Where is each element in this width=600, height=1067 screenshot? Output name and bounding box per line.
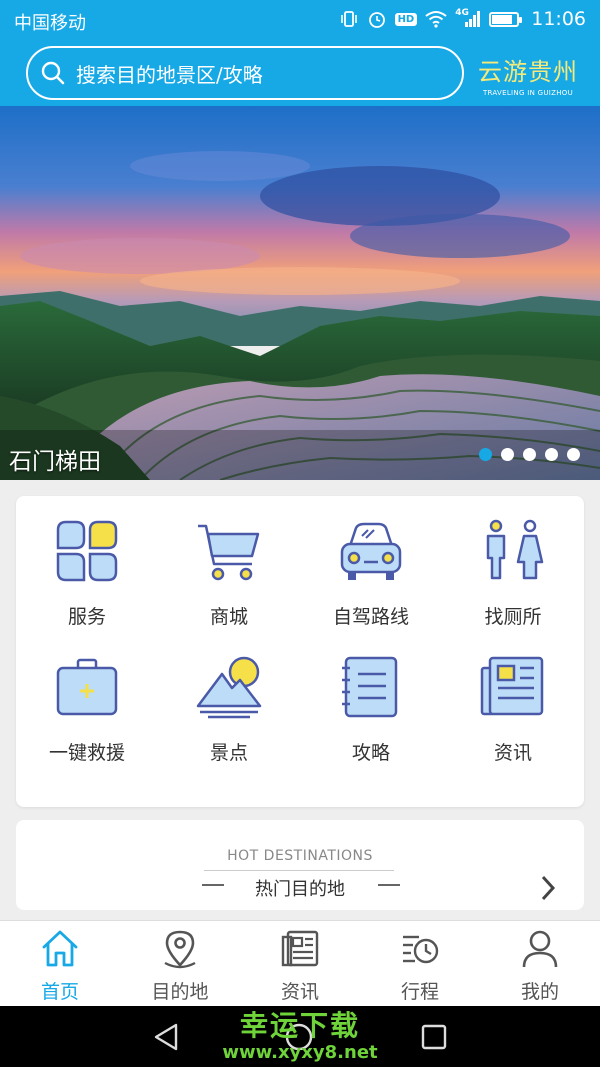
user-icon [522,930,558,968]
carousel-dot[interactable] [479,448,492,461]
nav-item-home[interactable]: 首页 [0,921,120,1007]
news-icon [480,656,544,716]
schedule-icon [403,935,439,964]
home-icon [42,930,78,967]
search-bar[interactable]: 搜索目的地景区/攻略 [26,46,464,100]
carousel-dot[interactable] [567,448,580,461]
nav-item-mine[interactable]: 我的 [480,921,600,1007]
alarm-icon [368,12,385,28]
grid-label: 一键救援 [48,742,125,764]
grid-item-mall[interactable]: 商城 [158,496,300,636]
top-header: 中国移动 HD 4G 11:06 搜索目的地景区/攻略 云游贵州 TRAVELI… [0,0,600,106]
clock-time: 11:06 [531,8,586,30]
wifi-icon [425,11,447,28]
hd-icon: HD [394,12,418,26]
status-icons: HD 4G 11:06 [339,8,586,30]
grid-item-guide[interactable]: 攻略 [300,632,442,772]
car-icon [340,522,402,580]
grid-label: 服务 [67,606,106,628]
grid-item-rescue[interactable]: 一键救援 [16,632,158,772]
banner-caption: 石门梯田 [9,449,101,475]
notebook-icon [342,656,398,718]
nav-label: 行程 [400,981,439,1003]
toilet-icon [486,519,544,580]
location-pin-icon [164,930,196,969]
nav-label: 资讯 [280,981,319,1003]
vibrate-icon [340,11,357,27]
hot-destinations-section[interactable]: HOT DESTINATIONS 热门目的地 [16,820,584,910]
nav-item-itinerary[interactable]: 行程 [360,921,480,1007]
carousel-dot[interactable] [501,448,514,461]
grid-item-service[interactable]: 服务 [16,496,158,636]
brand-name-cn: 云游贵州 [478,58,578,86]
battery-icon [489,11,523,27]
service-icon [56,520,118,582]
grid-label: 景点 [209,742,248,764]
watermark: 幸运下载 www.xyxy8.net [0,1004,600,1063]
grid-item-find-toilet[interactable]: 找厕所 [442,496,584,636]
search-placeholder: 搜索目的地景区/攻略 [76,62,263,87]
grid-label: 自驾路线 [332,606,409,628]
grid-label: 攻略 [351,742,390,764]
status-bar: 中国移动 HD 4G 11:06 [0,0,600,40]
nav-item-destination[interactable]: 目的地 [120,921,240,1007]
hot-destinations-title-en: HOT DESTINATIONS [227,848,373,864]
grid-item-self-drive[interactable]: 自驾路线 [300,496,442,636]
nav-label: 我的 [520,981,559,1003]
watermark-title: 幸运下载 [239,1009,360,1042]
nav-label: 首页 [40,981,79,1003]
carousel-indicator [479,448,580,461]
grid-item-attractions[interactable]: 景点 [158,632,300,772]
4g-signal-icon: 4G [455,8,481,28]
shopping-cart-icon [198,524,260,581]
carrier-name: 中国移动 [14,13,86,34]
chevron-right-icon[interactable] [538,874,558,902]
grid-label: 找厕所 [484,606,542,628]
mountain-icon [196,656,262,719]
nav-item-news[interactable]: 资讯 [240,921,360,1007]
brand-logo: 云游贵州 TRAVELING IN GUIZHOU [476,52,580,97]
bottom-nav: 首页 目的地 资讯 行程 我的 [0,920,600,1006]
watermark-url: www.xyxy8.net [222,1042,378,1063]
carousel-dot[interactable] [545,448,558,461]
nav-label: 目的地 [151,981,209,1003]
service-grid: 服务 商城 自驾路线 找厕所 一键救援 景点 攻略 资讯 [16,496,584,807]
grid-item-news[interactable]: 资讯 [442,632,584,772]
newspaper-icon [281,930,319,967]
title-frame [204,870,394,871]
grid-label: 资讯 [493,742,532,764]
first-aid-kit-icon [56,658,118,716]
app-screen: 中国移动 HD 4G 11:06 搜索目的地景区/攻略 云游贵州 TRAVELI… [0,0,600,1067]
brand-name-en: TRAVELING IN GUIZHOU [482,89,574,97]
carousel-dot[interactable] [523,448,536,461]
search-icon [41,61,65,85]
banner-carousel[interactable]: 石门梯田 [0,106,600,480]
grid-label: 商城 [209,606,248,628]
hot-destinations-title-cn: 热门目的地 [255,879,345,900]
banner-image [0,106,600,480]
